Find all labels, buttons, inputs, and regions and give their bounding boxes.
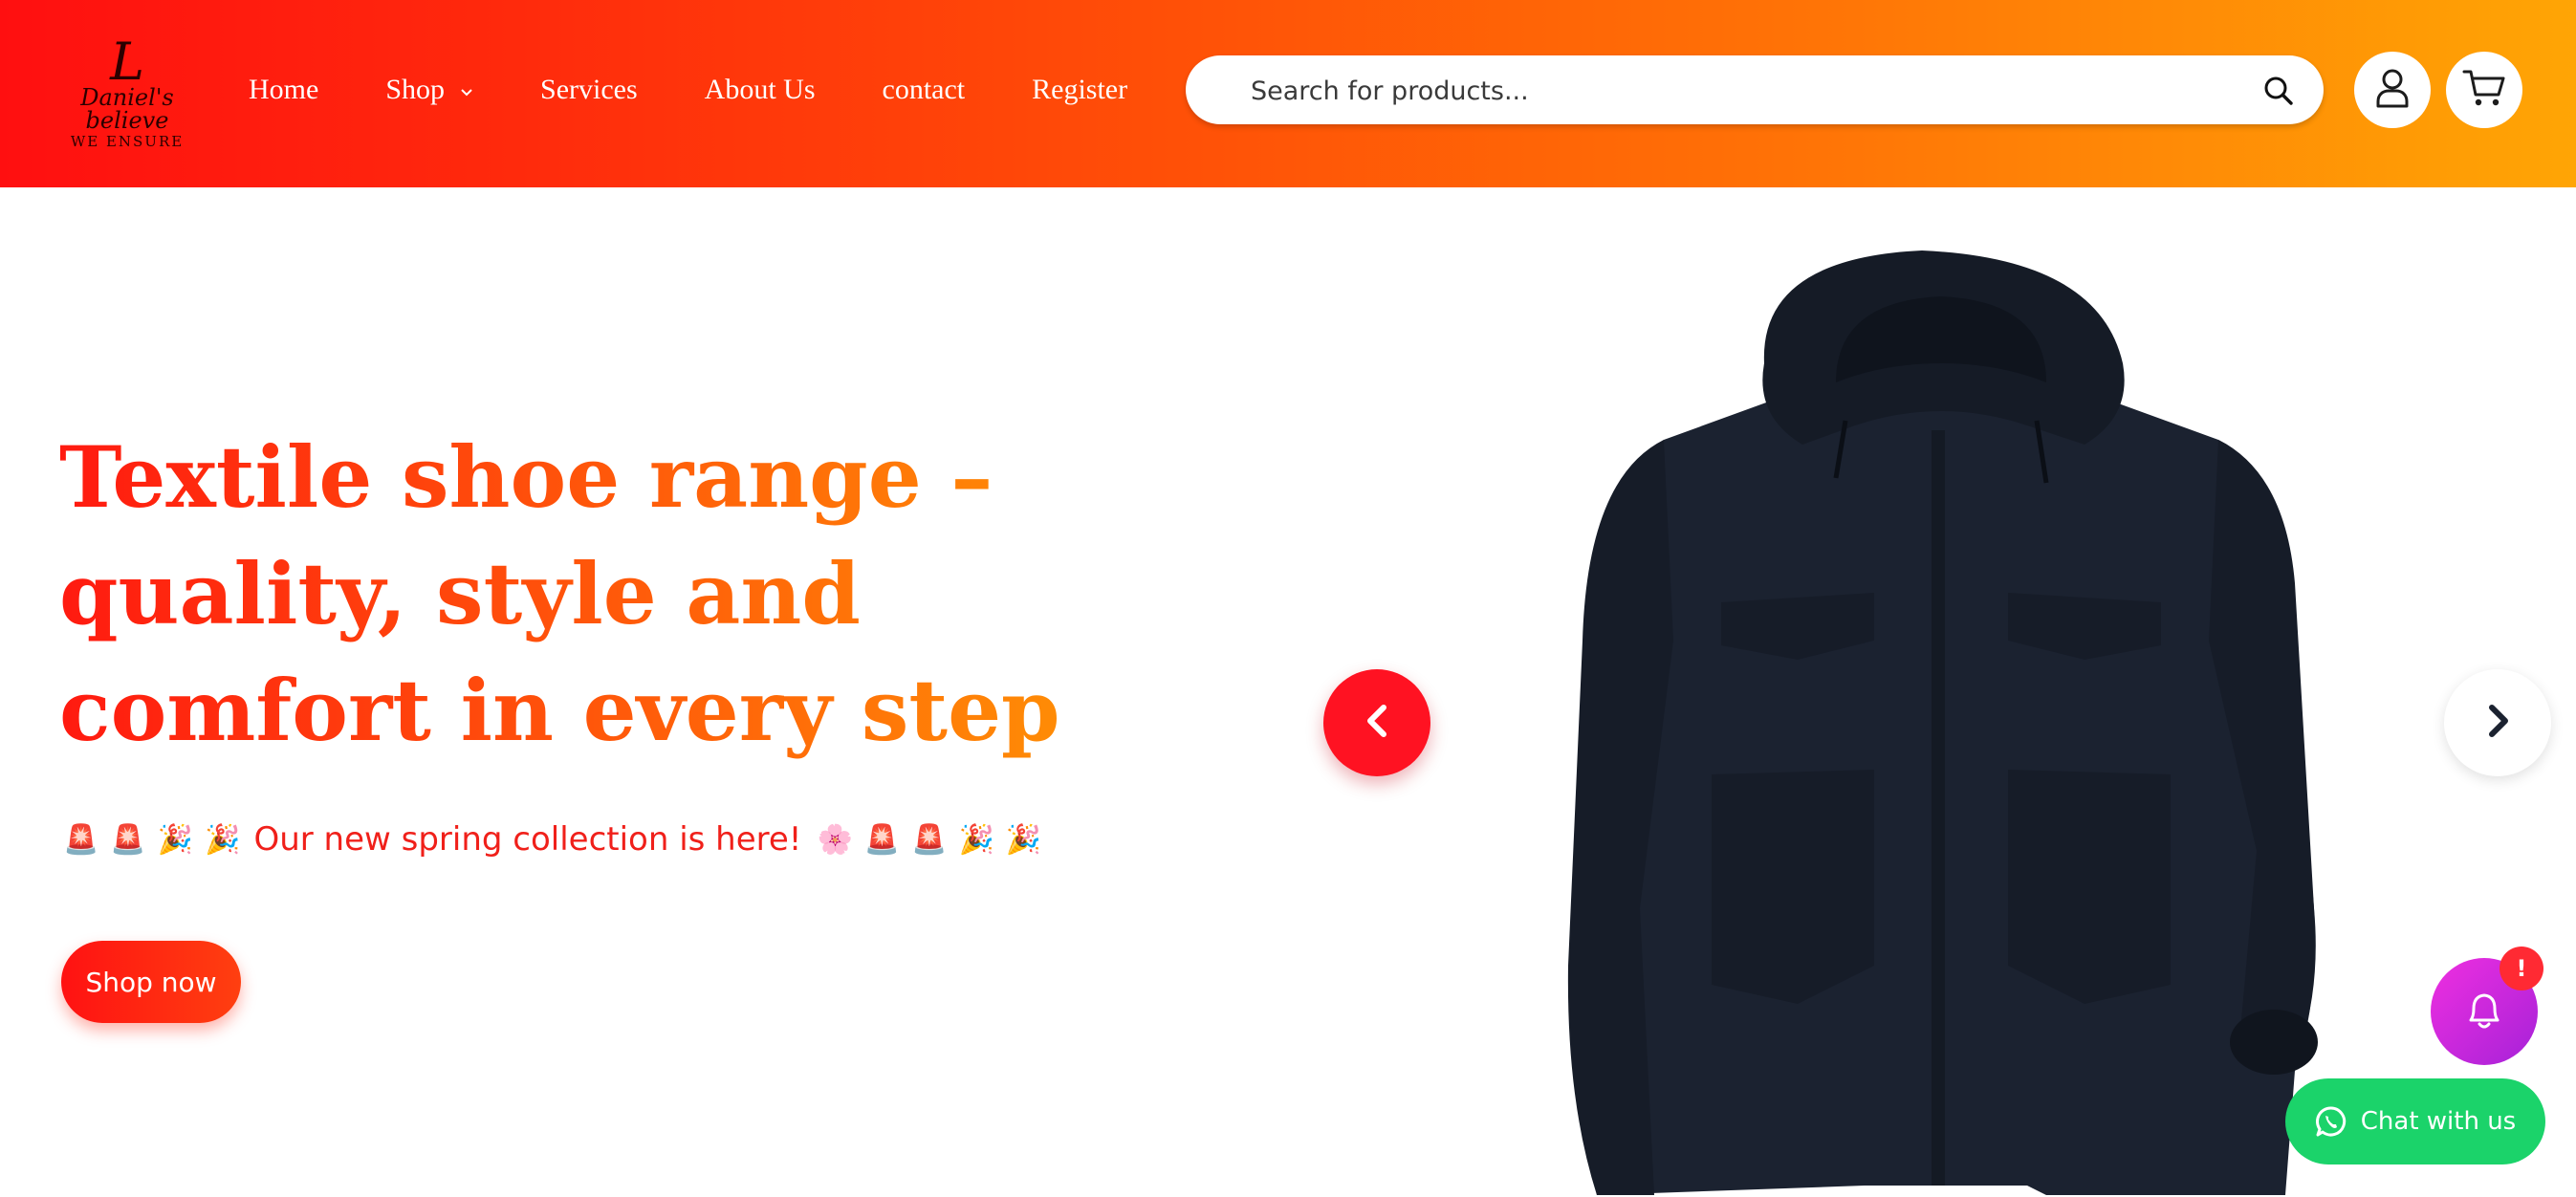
chat-with-us-button[interactable]: Chat with us xyxy=(2285,1078,2545,1164)
bell-icon xyxy=(2463,988,2505,1036)
whatsapp-icon xyxy=(2315,1106,2346,1137)
promo-banner: 🚨 🚨 🎉 🎉 Our new spring collection is her… xyxy=(63,813,1053,866)
nav-shop-label: Shop xyxy=(385,74,446,105)
nav-services[interactable]: Services xyxy=(540,74,638,106)
nav-about-us[interactable]: About Us xyxy=(705,74,816,106)
hero-title: Textile shoe range – quality, style and … xyxy=(59,419,1188,769)
slider-next-button[interactable] xyxy=(2444,669,2551,776)
siren-emoji: 🚨 xyxy=(911,822,948,857)
account-button[interactable] xyxy=(2354,52,2431,128)
jacket-image xyxy=(1567,250,2318,1195)
search-input[interactable] xyxy=(1249,69,2209,113)
chevron-left-icon xyxy=(1361,702,1393,745)
site-header: L Daniel's believe WE ENSURE Home Shop S… xyxy=(0,0,2576,187)
slider-prev-button[interactable] xyxy=(1323,669,1430,776)
party-popper-emoji: 🎉 xyxy=(1005,822,1042,857)
logo-mark: L xyxy=(110,32,144,92)
nav-home[interactable]: Home xyxy=(249,74,318,106)
nav-register[interactable]: Register xyxy=(1032,74,1127,106)
party-popper-emoji: 🎉 xyxy=(157,822,194,857)
cart-icon xyxy=(2462,68,2506,113)
logo-subtagline: WE ENSURE xyxy=(70,133,185,150)
search-bar xyxy=(1186,55,2324,124)
nav-shop[interactable]: Shop xyxy=(385,74,473,106)
brand-logo[interactable]: L Daniel's believe WE ENSURE xyxy=(55,32,199,151)
party-popper-emoji: 🎉 xyxy=(958,822,994,857)
chevron-down-icon xyxy=(460,82,473,102)
siren-emoji: 🚨 xyxy=(110,822,146,857)
user-icon xyxy=(2373,67,2412,114)
promo-text: Our new spring collection is here! xyxy=(253,820,802,859)
nav-contact[interactable]: contact xyxy=(883,74,966,106)
shop-now-button[interactable]: Shop now xyxy=(61,941,241,1023)
chat-label: Chat with us xyxy=(2360,1107,2517,1136)
party-popper-emoji: 🎉 xyxy=(205,822,241,857)
siren-emoji: 🚨 xyxy=(63,822,99,857)
siren-emoji: 🚨 xyxy=(863,822,901,857)
logo-tagline: Daniel's believe xyxy=(80,84,174,134)
cherry-blossom-emoji: 🌸 xyxy=(817,822,853,857)
cart-button[interactable] xyxy=(2446,52,2522,128)
search-icon[interactable] xyxy=(2262,75,2295,107)
chevron-right-icon xyxy=(2481,702,2514,745)
notification-badge: ! xyxy=(2500,947,2543,990)
main-nav: Home Shop Services About Us contact Regi… xyxy=(249,69,1127,111)
